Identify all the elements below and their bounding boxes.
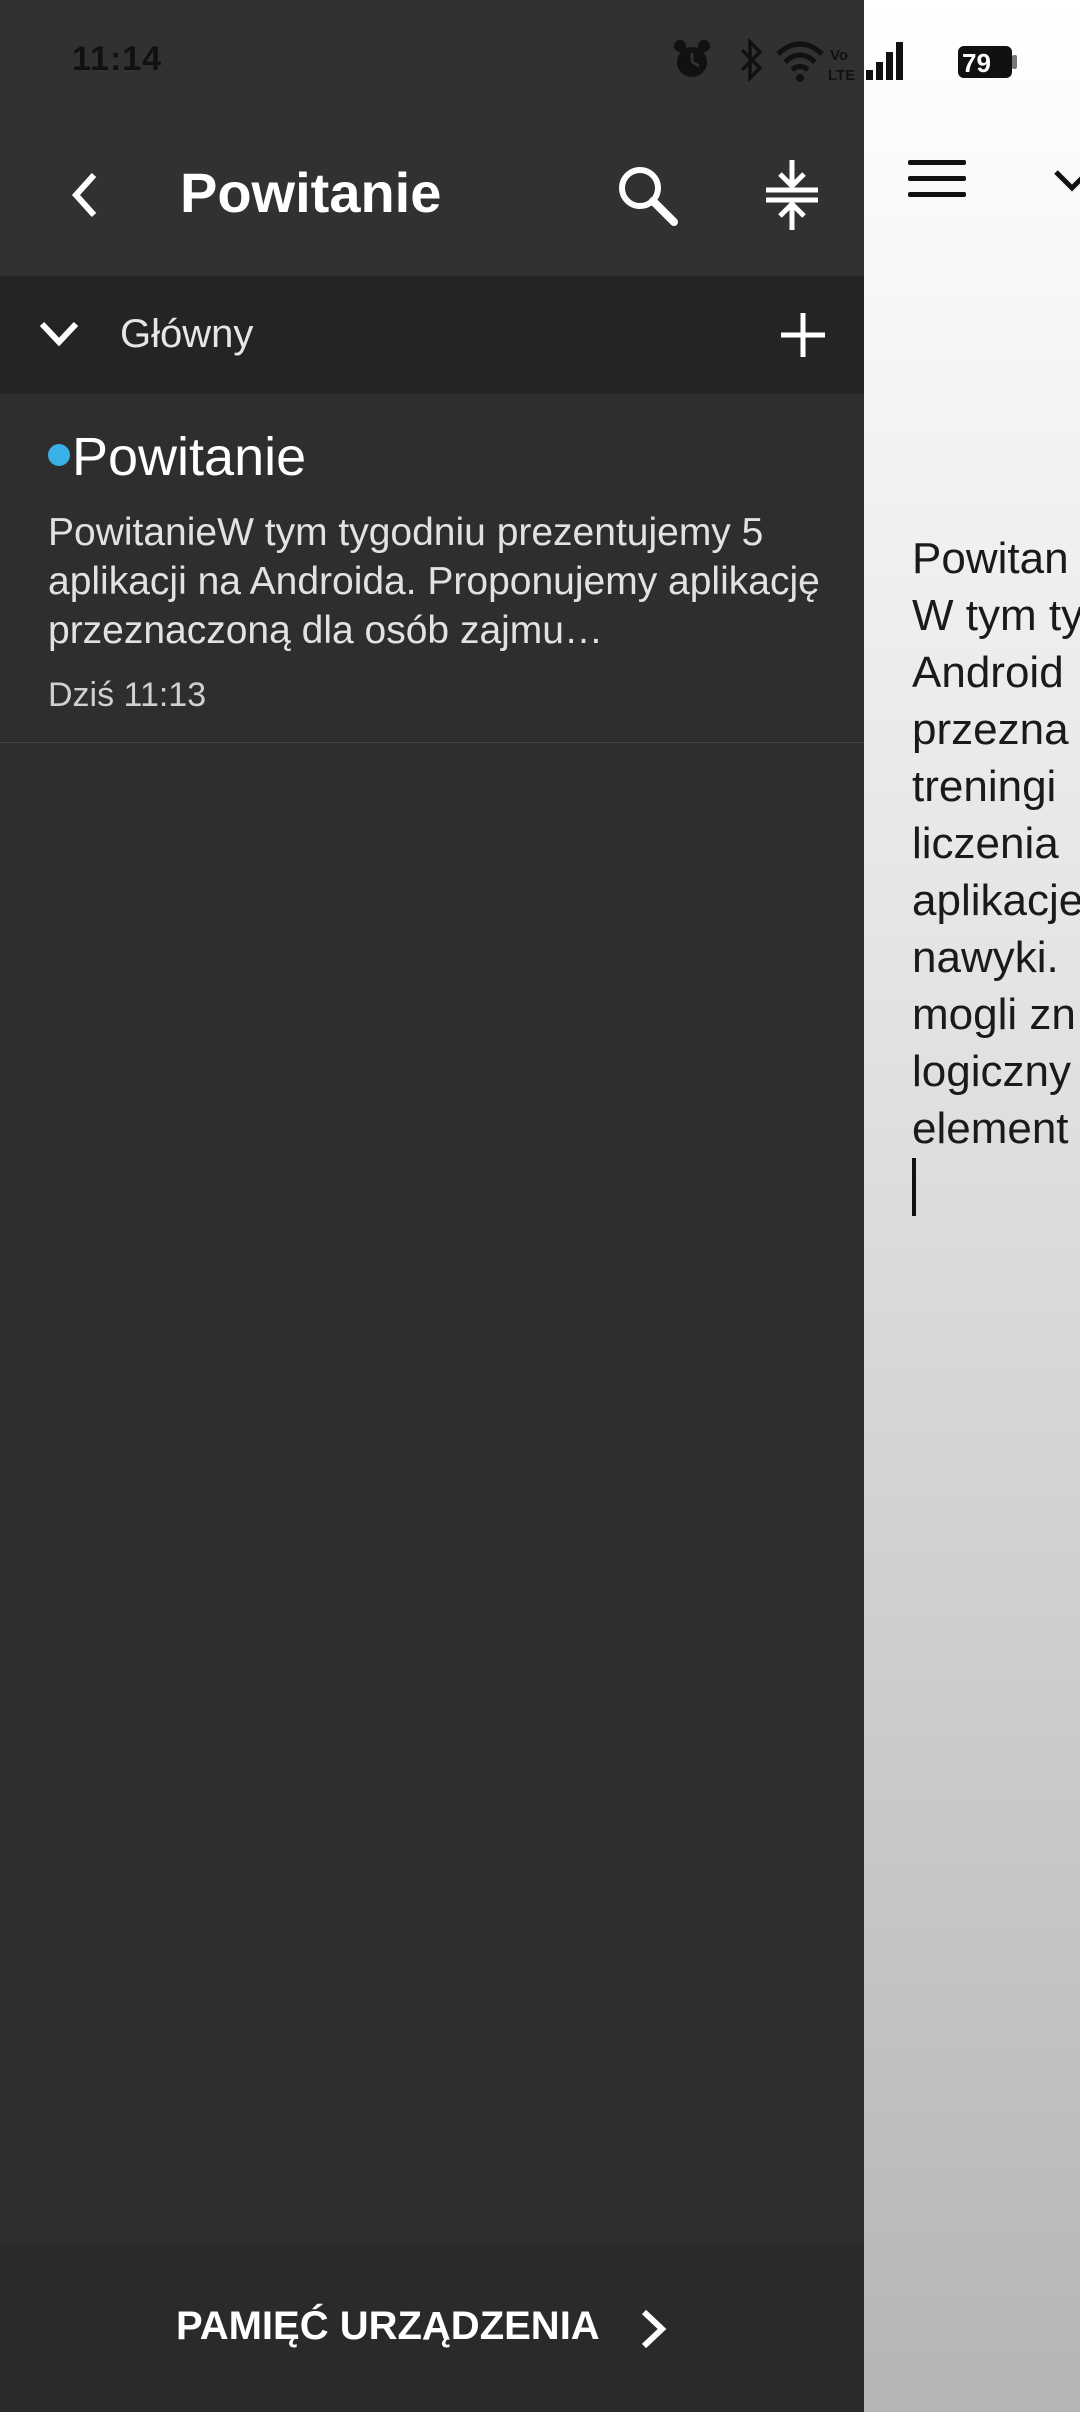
unread-dot	[48, 444, 70, 466]
editor-line: mogli zn	[912, 990, 1076, 1039]
bluetooth-icon	[740, 37, 763, 83]
note-editor-panel: Powitan W tym ty Android przezna trening…	[864, 0, 1080, 2412]
editor-line: element	[912, 1104, 1069, 1153]
editor-line: liczenia	[912, 819, 1059, 868]
note-editor-text[interactable]: Powitan W tym ty Android przezna trening…	[912, 530, 1080, 1157]
collapse-all-icon[interactable]	[760, 158, 824, 232]
alarm-icon	[674, 40, 710, 77]
status-time: 11:14	[72, 40, 163, 78]
chevron-down-icon[interactable]	[36, 314, 82, 354]
note-list-item[interactable]: Powitanie PowitanieW tym tygodniu prezen…	[0, 394, 864, 743]
editor-line: logiczny	[912, 1047, 1071, 1096]
editor-line: aplikacje	[912, 876, 1080, 925]
svg-text:Vo: Vo	[830, 47, 848, 64]
svg-text:LTE: LTE	[828, 67, 855, 84]
note-title: Powitanie	[72, 427, 307, 487]
note-date: Dziś 11:13	[48, 676, 207, 714]
menu-icon[interactable]	[908, 160, 966, 198]
add-icon[interactable]	[778, 310, 828, 360]
folder-section-header[interactable]: Główny	[0, 276, 864, 394]
battery-level: 79	[962, 48, 991, 78]
editor-line: Powitan	[912, 534, 1069, 583]
note-preview: PowitanieW tym tygodniu prezentujemy 5 a…	[48, 511, 820, 652]
editor-line: W tym ty	[912, 591, 1080, 640]
folder-label: Główny	[120, 312, 254, 356]
signal-icon	[866, 42, 903, 80]
text-cursor	[912, 1158, 916, 1216]
storage-footer[interactable]: PAMIĘĆ URZĄDZENIA	[0, 2244, 864, 2412]
storage-label: PAMIĘĆ URZĄDZENIA	[176, 2304, 600, 2348]
notes-drawer: 11:14 Vo LTE 79 Powitanie Główny Powitan…	[0, 0, 1017, 2412]
chevron-down-icon[interactable]	[1052, 166, 1080, 196]
wifi-icon	[776, 41, 824, 82]
editor-line: treningi	[912, 762, 1057, 811]
editor-line: przezna	[912, 705, 1069, 754]
drawer-toolbar: Powitanie	[0, 120, 864, 276]
volte-icon: Vo LTE	[828, 47, 855, 84]
back-icon[interactable]	[60, 165, 110, 225]
page-title: Powitanie	[180, 161, 442, 224]
editor-line: Android	[912, 648, 1064, 697]
editor-line: nawyki.	[912, 933, 1059, 982]
status-bar: 11:14 Vo LTE 79	[0, 0, 1017, 120]
chevron-right-icon[interactable]	[634, 2306, 670, 2352]
search-icon[interactable]	[612, 160, 682, 230]
